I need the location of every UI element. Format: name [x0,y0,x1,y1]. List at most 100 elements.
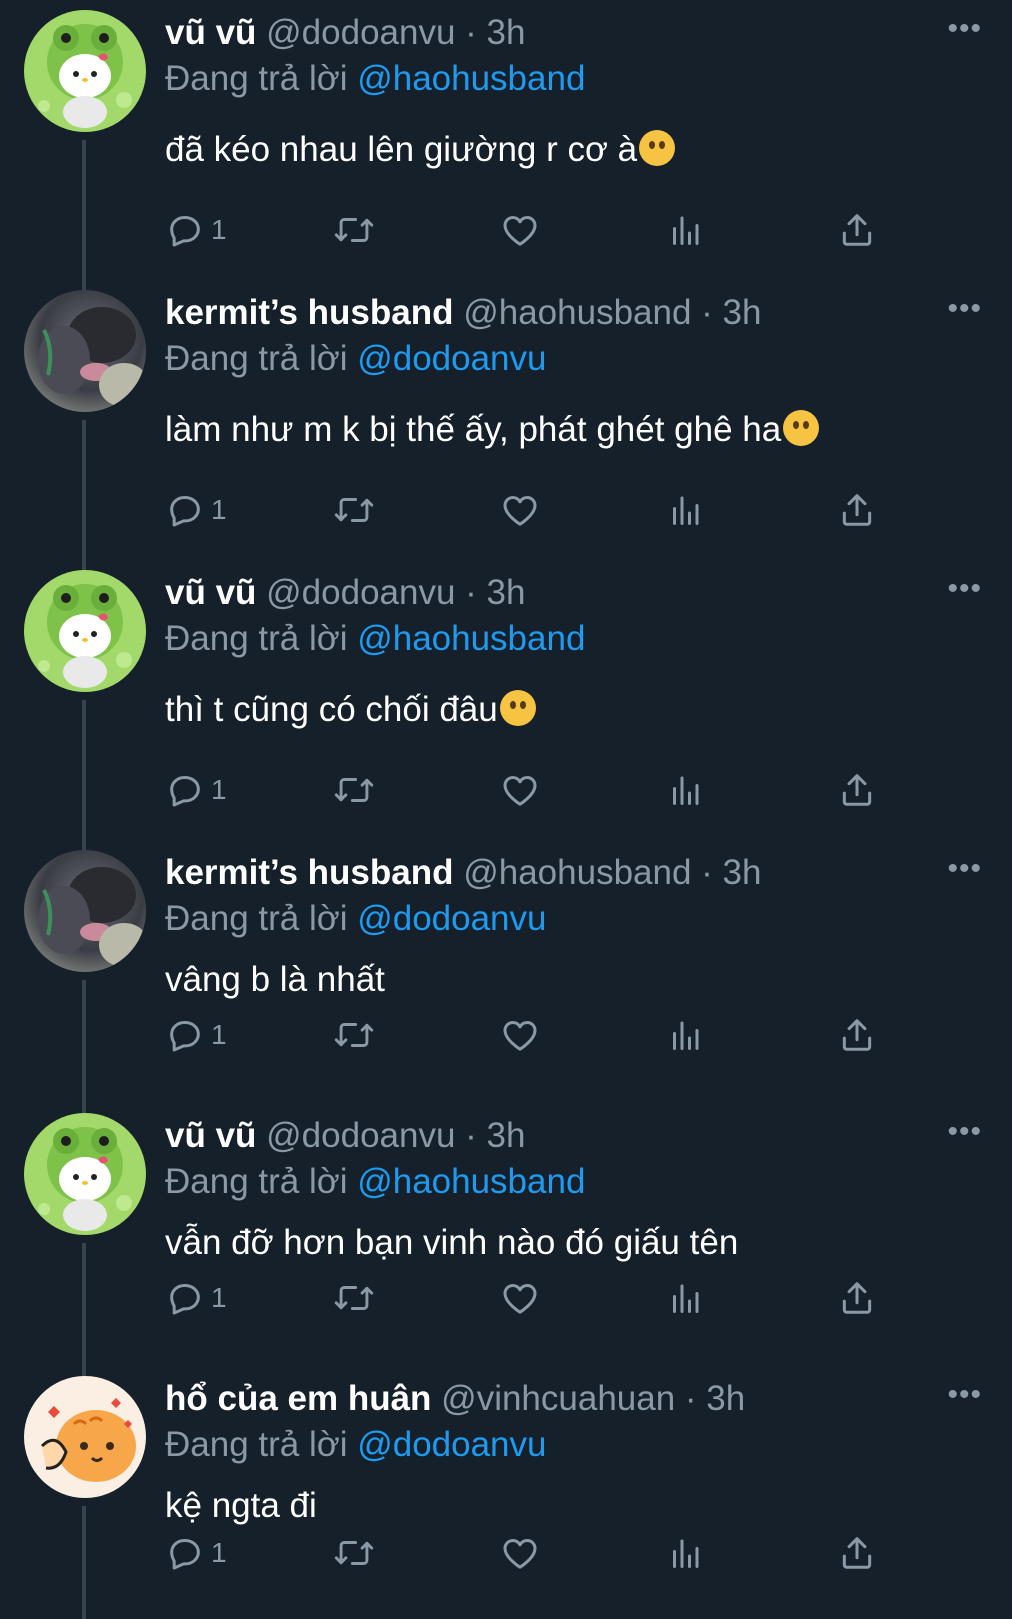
replying-to-line: Đang trả lời @haohusband [165,618,585,660]
retweet-button[interactable] [333,1528,375,1578]
like-icon [500,1533,540,1573]
views-button[interactable] [667,205,703,255]
handle-and-time: @dodoanvu · 3h [256,13,526,52]
views-icon [667,1015,703,1055]
reply-button[interactable]: 1 [165,1273,227,1323]
handle-and-time: @haohusband · 3h [453,293,762,332]
like-button[interactable] [500,485,540,535]
reply-mention-link[interactable]: @dodoanvu [357,899,546,938]
like-button[interactable] [500,1010,540,1060]
reply-mention-link[interactable]: @haohusband [357,619,585,658]
share-icon [838,210,876,250]
shushing-face-emoji [499,690,536,726]
retweet-button[interactable] [333,1273,375,1323]
views-button[interactable] [667,485,703,535]
reply-mention-link[interactable]: @haohusband [357,1162,585,1201]
share-icon [838,1533,876,1573]
avatar[interactable] [24,570,146,692]
display-name[interactable]: vũ vũ [165,1116,256,1155]
display-name[interactable]: kermit’s husband [165,293,454,332]
display-name[interactable]: kermit’s husband [165,853,454,892]
tweet[interactable]: kermit’s husband @haohusband · 3h ••• Đang… [0,840,1012,1115]
reply-count: 1 [211,1019,227,1050]
retweet-icon [333,210,375,250]
reply-button[interactable]: 1 [165,205,227,255]
handle-and-time: @haohusband · 3h [453,853,762,892]
views-button[interactable] [667,1010,703,1060]
reply-count: 1 [211,214,227,245]
reply-button[interactable]: 1 [165,485,227,535]
reply-mention-link[interactable]: @dodoanvu [357,1425,546,1464]
tweet[interactable]: vũ vũ @dodoanvu · 3h ••• Đang trả lời @hao… [0,1103,1012,1378]
more-options-icon[interactable]: ••• [947,1380,982,1410]
views-icon [667,770,703,810]
avatar[interactable] [24,1113,146,1235]
tweet-text: vâng b là nhất [165,958,385,1002]
views-button[interactable] [667,1273,703,1323]
retweet-icon [333,1533,375,1573]
reply-prefix: Đang trả lời [165,339,358,378]
reply-thread: vũ vũ @dodoanvu · 3h ••• Đang trả lời @hao… [0,0,1012,1619]
share-icon [838,1278,876,1318]
like-button[interactable] [500,765,540,815]
retweet-button[interactable] [333,765,375,815]
reply-prefix: Đang trả lời [165,1162,358,1201]
avatar[interactable] [24,1376,146,1498]
tweet-text-content: vâng b là nhất [165,960,385,999]
like-button[interactable] [500,1528,540,1578]
share-button[interactable] [838,1528,876,1578]
tweet[interactable]: vũ vũ @dodoanvu · 3h ••• Đang trả lời @hao… [0,560,1012,852]
views-icon [667,1278,703,1318]
share-button[interactable] [838,485,876,535]
retweet-button[interactable] [333,485,375,535]
views-button[interactable] [667,1528,703,1578]
share-button[interactable] [838,1273,876,1323]
avatar[interactable] [24,10,146,132]
more-options-icon[interactable]: ••• [947,14,982,44]
display-name[interactable]: vũ vũ [165,13,256,52]
display-name[interactable]: hổ của em huân [165,1379,431,1418]
reply-button[interactable]: 1 [165,765,227,815]
reply-button[interactable]: 1 [165,1010,227,1060]
reply-icon [165,490,205,530]
hand-over-mouth-emoji [639,130,676,166]
share-button[interactable] [838,1010,876,1060]
reply-mention-link[interactable]: @dodoanvu [357,339,546,378]
like-button[interactable] [500,205,540,255]
tweet-text: làm như m k bị thế ấy, phát ghét ghê ha [165,408,820,452]
reply-button[interactable]: 1 [165,1528,227,1578]
tweet-header: vũ vũ @dodoanvu · 3h [165,572,525,614]
replying-to-line: Đang trả lời @dodoanvu [165,1424,547,1466]
like-button[interactable] [500,1273,540,1323]
tweet-actions: 1 [0,205,1012,255]
reply-count: 1 [211,1537,227,1568]
share-button[interactable] [838,205,876,255]
eye-roll-emoji [783,410,820,446]
like-icon [500,770,540,810]
retweet-icon [333,1015,375,1055]
tweet-header: kermit’s husband @haohusband · 3h [165,292,761,334]
handle-and-time: @dodoanvu · 3h [256,573,526,612]
views-icon [667,210,703,250]
like-icon [500,210,540,250]
views-button[interactable] [667,765,703,815]
retweet-button[interactable] [333,205,375,255]
display-name[interactable]: vũ vũ [165,573,256,612]
tweet[interactable]: hổ của em huân @vinhcuahuan · 3h ••• Đang … [0,1366,1012,1619]
more-options-icon[interactable]: ••• [947,1117,982,1147]
replying-to-line: Đang trả lời @haohusband [165,58,585,100]
reply-count: 1 [211,1282,227,1313]
reply-mention-link[interactable]: @haohusband [357,59,585,98]
share-button[interactable] [838,765,876,815]
tweet[interactable]: vũ vũ @dodoanvu · 3h ••• Đang trả lời @hao… [0,0,1012,292]
avatar[interactable] [24,290,146,412]
more-options-icon[interactable]: ••• [947,574,982,604]
retweet-button[interactable] [333,1010,375,1060]
like-icon [500,1278,540,1318]
more-options-icon[interactable]: ••• [947,854,982,884]
tweet[interactable]: kermit’s husband @haohusband · 3h ••• Đang… [0,280,1012,572]
reply-icon [165,1278,205,1318]
avatar[interactable] [24,850,146,972]
more-options-icon[interactable]: ••• [947,294,982,324]
replying-to-line: Đang trả lời @haohusband [165,1161,585,1203]
